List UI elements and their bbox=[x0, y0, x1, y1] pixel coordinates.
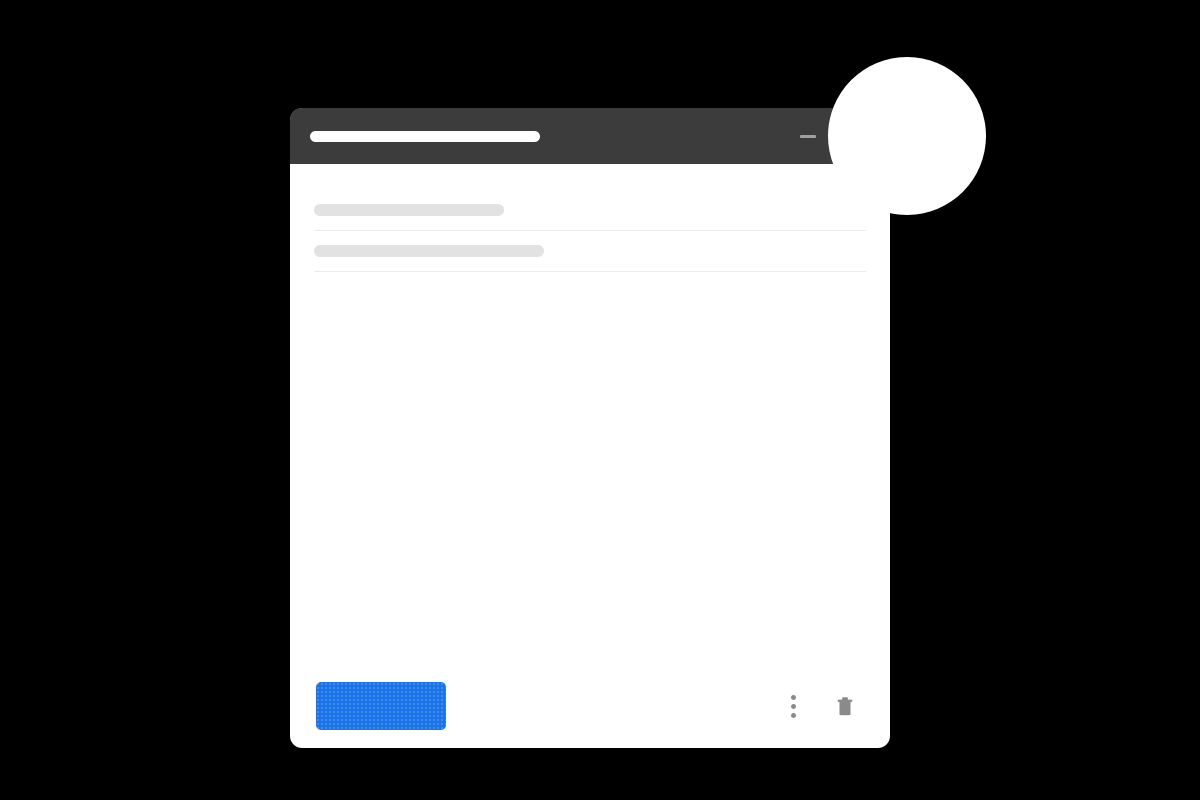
more-options-button[interactable] bbox=[774, 687, 812, 725]
compose-footer bbox=[290, 664, 890, 748]
spotlight-highlight bbox=[828, 57, 986, 215]
trash-icon bbox=[834, 694, 856, 718]
compose-titlebar[interactable] bbox=[290, 108, 890, 164]
compose-window bbox=[290, 108, 890, 748]
send-button[interactable] bbox=[316, 682, 446, 730]
more-vertical-icon bbox=[791, 695, 796, 718]
subject-placeholder bbox=[314, 245, 544, 257]
recipients-field[interactable] bbox=[314, 190, 866, 231]
minimize-icon bbox=[800, 135, 816, 138]
recipients-placeholder bbox=[314, 204, 504, 216]
message-body-input[interactable] bbox=[314, 272, 866, 664]
minimize-button[interactable] bbox=[790, 118, 826, 154]
compose-body bbox=[290, 164, 890, 664]
delete-button[interactable] bbox=[826, 687, 864, 725]
compose-title bbox=[310, 131, 540, 142]
subject-field[interactable] bbox=[314, 231, 866, 272]
